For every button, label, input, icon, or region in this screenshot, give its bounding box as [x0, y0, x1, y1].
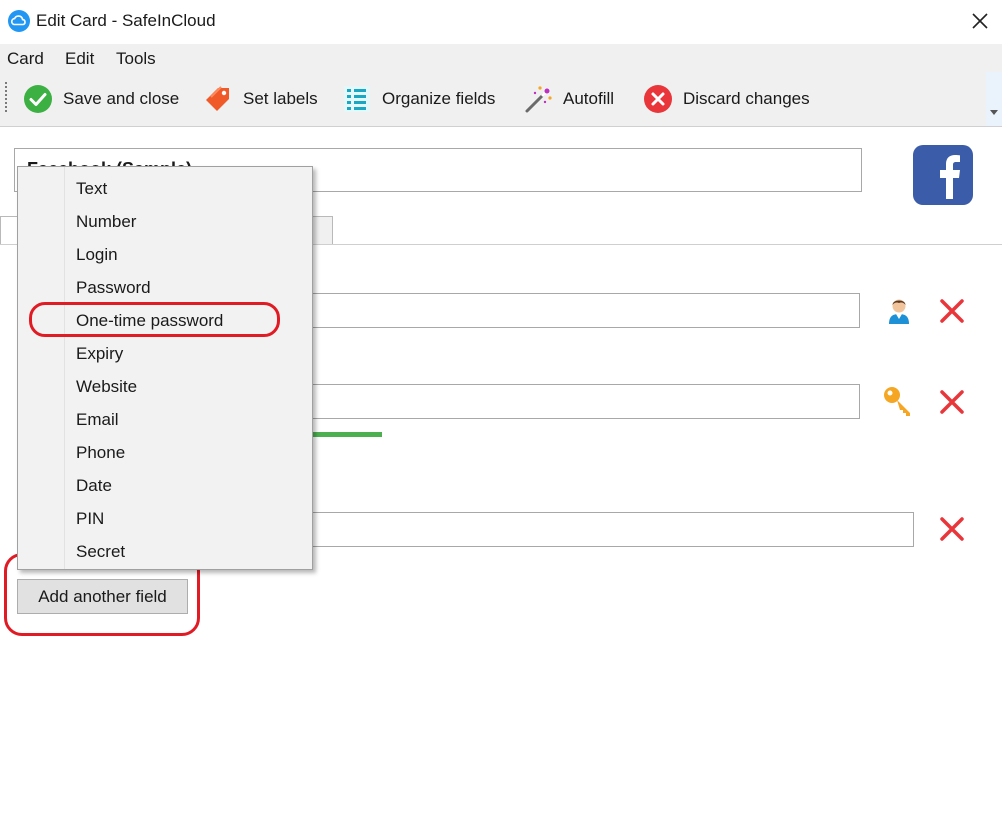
- check-circle-icon: [24, 85, 52, 113]
- menu-option-password[interactable]: Password: [76, 278, 151, 298]
- menu-option-one-time-password[interactable]: One-time password: [76, 311, 223, 331]
- menu-option-login[interactable]: Login: [76, 245, 118, 265]
- autofill-label: Autofill: [563, 89, 615, 108]
- menu-bar: Card Edit Tools: [0, 44, 1002, 72]
- close-icon: [940, 390, 964, 414]
- x-circle-icon: [644, 85, 672, 113]
- set-labels-button[interactable]: Set labels: [203, 80, 318, 118]
- menu-card[interactable]: Card: [7, 49, 44, 69]
- close-icon: [940, 517, 964, 541]
- title-bar: Edit Card - SafeInCloud: [0, 0, 1002, 44]
- add-another-field-button[interactable]: Add another field: [17, 579, 188, 614]
- organize-fields-button[interactable]: Organize fields: [342, 80, 495, 118]
- menu-option-phone[interactable]: Phone: [76, 443, 125, 463]
- menu-tools[interactable]: Tools: [116, 49, 156, 69]
- toolbar-overflow-button[interactable]: [986, 72, 1002, 126]
- menu-option-pin[interactable]: PIN: [76, 509, 104, 529]
- tag-icon: [206, 86, 229, 111]
- cloud-icon: [8, 10, 30, 32]
- close-icon: [940, 299, 964, 323]
- list-icon: [344, 86, 370, 112]
- menu-option-email[interactable]: Email: [76, 410, 119, 430]
- menu-option-date[interactable]: Date: [76, 476, 112, 496]
- delete-login-button[interactable]: [938, 297, 966, 325]
- organize-fields-label: Organize fields: [382, 89, 496, 108]
- set-labels-label: Set labels: [243, 89, 318, 108]
- close-icon[interactable]: [967, 8, 993, 34]
- menu-gutter: [64, 167, 65, 569]
- delete-password-button[interactable]: [938, 388, 966, 416]
- menu-option-website[interactable]: Website: [76, 377, 137, 397]
- field-type-menu: Text Number Login Password One-time pass…: [17, 166, 313, 570]
- menu-option-number[interactable]: Number: [76, 212, 136, 232]
- menu-option-text[interactable]: Text: [76, 179, 107, 199]
- menu-option-secret[interactable]: Secret: [76, 542, 125, 562]
- delete-website-button[interactable]: [938, 515, 966, 543]
- autofill-button[interactable]: Autofill: [523, 80, 614, 118]
- login-field[interactable]: [280, 293, 860, 328]
- password-field[interactable]: [280, 384, 860, 419]
- magic-wand-icon: [525, 86, 552, 113]
- discard-changes-label: Discard changes: [683, 89, 810, 108]
- save-and-close-label: Save and close: [63, 89, 180, 108]
- window-title: Edit Card - SafeInCloud: [36, 11, 216, 30]
- facebook-icon[interactable]: [913, 145, 973, 205]
- toolbar: Save and close Set labels Organize field…: [0, 72, 1002, 127]
- save-and-close-button[interactable]: Save and close: [23, 80, 179, 118]
- menu-option-expiry[interactable]: Expiry: [76, 344, 123, 364]
- user-icon[interactable]: [883, 294, 915, 326]
- key-icon[interactable]: [882, 385, 914, 417]
- menu-edit[interactable]: Edit: [65, 49, 94, 69]
- toolbar-grip[interactable]: [5, 82, 7, 114]
- chevron-down-icon: [990, 110, 998, 115]
- website-field[interactable]: [280, 512, 914, 547]
- discard-changes-button[interactable]: Discard changes: [643, 80, 810, 118]
